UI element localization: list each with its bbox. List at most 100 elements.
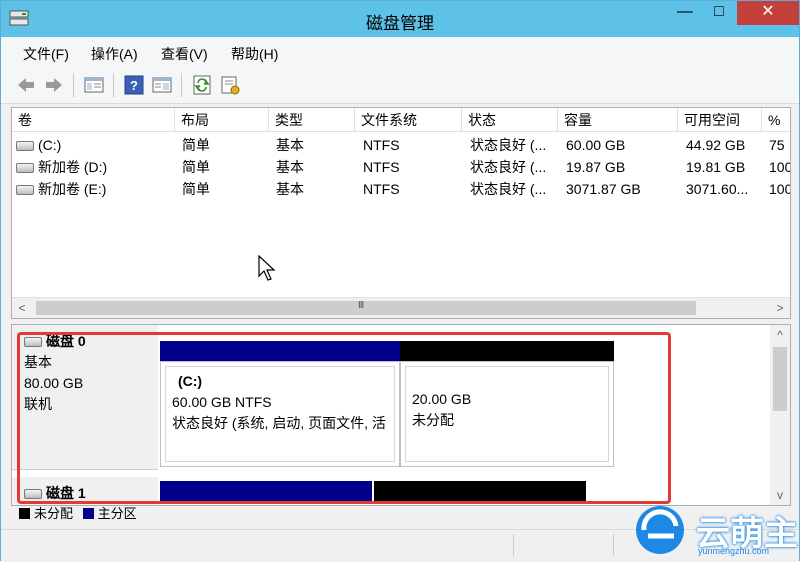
disk-1-unallocated-bar[interactable] xyxy=(374,481,586,501)
disk-1-info[interactable]: 磁盘 1 xyxy=(12,477,158,505)
volume-cell: 新加卷 (E:) xyxy=(16,178,174,200)
scrollbar-thumb[interactable] xyxy=(773,347,787,411)
partition-unallocated-body: 20.00 GB 未分配 xyxy=(400,361,614,467)
capacity-cell: 19.87 GB xyxy=(566,159,626,175)
column-header-free-space[interactable]: 可用空间 xyxy=(678,108,762,132)
help-icon[interactable]: ? xyxy=(123,74,145,96)
properties-icon[interactable] xyxy=(151,74,173,96)
column-header-type[interactable]: 类型 xyxy=(269,108,355,132)
close-button[interactable]: ✕ xyxy=(737,1,799,25)
menu-view[interactable]: 查看(V) xyxy=(161,44,208,64)
layout-cell: 简单 xyxy=(182,159,210,175)
partition-c-details: (C:) 60.00 GB NTFS 状态良好 (系统, 启动, 页面文件, 活 xyxy=(165,366,395,462)
percent-free-cell: 100 xyxy=(769,181,790,197)
percent-free-cell: 100 xyxy=(769,159,790,175)
column-header-volume[interactable]: 卷 xyxy=(12,108,175,132)
back-icon[interactable] xyxy=(15,74,37,96)
scroll-right-icon[interactable]: > xyxy=(770,298,790,318)
horizontal-scrollbar[interactable]: < III > xyxy=(12,297,790,318)
disk-0-info[interactable]: 磁盘 0 基本 80.00 GB 联机 xyxy=(12,325,158,470)
disk-icon xyxy=(24,337,42,348)
drive-icon xyxy=(16,141,34,152)
status-cell: 状态良好 (... xyxy=(470,137,547,153)
disk-0-type: 基本 xyxy=(24,354,52,370)
volume-cell: 新加卷 (D:) xyxy=(16,156,174,178)
disk-1-name: 磁盘 1 xyxy=(46,485,86,501)
drive-icon xyxy=(16,185,34,196)
minimize-button[interactable]: — xyxy=(669,1,701,25)
toolbar-separator xyxy=(181,73,182,97)
layout-cell: 简单 xyxy=(182,137,210,153)
status-divider xyxy=(613,534,614,556)
legend-swatch-unallocated xyxy=(19,508,30,519)
scrollbar-thumb[interactable] xyxy=(36,301,696,315)
legend: 未分配 主分区 xyxy=(19,506,137,522)
watermark-url: yunmengzhu.com xyxy=(698,546,770,556)
unallocated-status: 未分配 xyxy=(412,412,454,428)
disk-0-name: 磁盘 0 xyxy=(46,333,86,349)
layout-cell: 简单 xyxy=(182,181,210,197)
filesystem-cell: NTFS xyxy=(363,137,400,153)
drive-icon xyxy=(16,163,34,174)
type-cell: 基本 xyxy=(276,159,304,175)
disk-1-primary-partition-bar[interactable] xyxy=(160,481,372,501)
disk-map-pane: 磁盘 0 基本 80.00 GB 联机 (C:) 60.00 GB NTFS 状… xyxy=(11,324,791,506)
volume-name: (C:) xyxy=(38,137,62,153)
disk-icon xyxy=(24,489,42,500)
refresh-icon[interactable] xyxy=(191,74,213,96)
disk-0-size: 80.00 GB xyxy=(24,375,84,391)
legend-label-unallocated: 未分配 xyxy=(34,506,74,521)
column-header-layout[interactable]: 布局 xyxy=(175,108,269,132)
disk-1-header: 磁盘 1 xyxy=(24,483,158,504)
export-icon[interactable] xyxy=(219,74,241,96)
watermark: 云萌主 yunmengzhu.com xyxy=(628,500,800,561)
volume-cell: (C:) xyxy=(16,134,174,156)
disk-0-header: 磁盘 0 xyxy=(24,331,158,352)
status-cell: 状态良好 (... xyxy=(470,181,547,197)
partition-c-status: 状态良好 (系统, 启动, 页面文件, 活 xyxy=(172,415,386,431)
column-header-filesystem[interactable]: 文件系统 xyxy=(355,108,462,132)
legend-swatch-primary xyxy=(82,508,94,519)
toolbar-separator xyxy=(73,73,74,97)
svg-text:?: ? xyxy=(130,78,138,93)
partition-unallocated-details: 20.00 GB 未分配 xyxy=(405,366,609,462)
scroll-left-icon[interactable]: < xyxy=(12,298,32,318)
column-header-percent-free[interactable]: % xyxy=(762,108,790,132)
disk-management-window: 磁盘管理 — □ ✕ 文件(F) 操作(A) 查看(V) 帮助(H) ? 卷 布… xyxy=(0,0,800,562)
partition-c-label: (C:) xyxy=(178,373,203,389)
filesystem-cell: NTFS xyxy=(363,181,400,197)
type-cell: 基本 xyxy=(276,137,304,153)
menu-help[interactable]: 帮助(H) xyxy=(231,44,278,64)
column-header-status[interactable]: 状态 xyxy=(462,108,558,132)
maximize-button[interactable]: □ xyxy=(703,1,735,25)
watermark-logo-icon xyxy=(636,506,684,554)
toolbar: ? xyxy=(1,67,799,104)
partition-c-body: (C:) 60.00 GB NTFS 状态良好 (系统, 启动, 页面文件, 活 xyxy=(160,361,400,467)
volume-list: 卷 布局 类型 文件系统 状态 容量 可用空间 % (C:) 简单 基本 NTF… xyxy=(11,107,791,319)
status-cell: 状态良好 (... xyxy=(470,159,547,175)
partition-c-size: 60.00 GB NTFS xyxy=(172,394,272,410)
free-space-cell: 19.81 GB xyxy=(686,159,746,175)
menu-file[interactable]: 文件(F) xyxy=(23,44,69,64)
capacity-cell: 3071.87 GB xyxy=(566,181,641,197)
forward-icon[interactable] xyxy=(43,74,65,96)
partition-c[interactable]: (C:) 60.00 GB NTFS 状态良好 (系统, 启动, 页面文件, 活 xyxy=(160,341,400,467)
scroll-up-icon[interactable]: ^ xyxy=(770,325,790,345)
filesystem-cell: NTFS xyxy=(363,159,400,175)
type-cell: 基本 xyxy=(276,181,304,197)
vertical-scrollbar[interactable]: ^ v xyxy=(770,325,790,505)
legend-label-primary: 主分区 xyxy=(97,506,137,521)
volume-name: 新加卷 (D:) xyxy=(38,159,108,175)
menu-bar: 文件(F) 操作(A) 查看(V) 帮助(H) xyxy=(1,37,799,67)
list-view-icon[interactable] xyxy=(83,74,105,96)
status-divider xyxy=(513,534,514,556)
volume-name: 新加卷 (E:) xyxy=(38,181,107,197)
unallocated-size: 20.00 GB xyxy=(412,391,472,407)
partition-unallocated[interactable]: 20.00 GB 未分配 xyxy=(400,341,614,467)
free-space-cell: 44.92 GB xyxy=(686,137,746,153)
title-bar[interactable]: 磁盘管理 — □ ✕ xyxy=(1,1,799,37)
unallocated-bar xyxy=(400,341,614,361)
column-header-capacity[interactable]: 容量 xyxy=(558,108,678,132)
scrollbar-grip: III xyxy=(358,300,364,311)
menu-action[interactable]: 操作(A) xyxy=(91,44,138,64)
